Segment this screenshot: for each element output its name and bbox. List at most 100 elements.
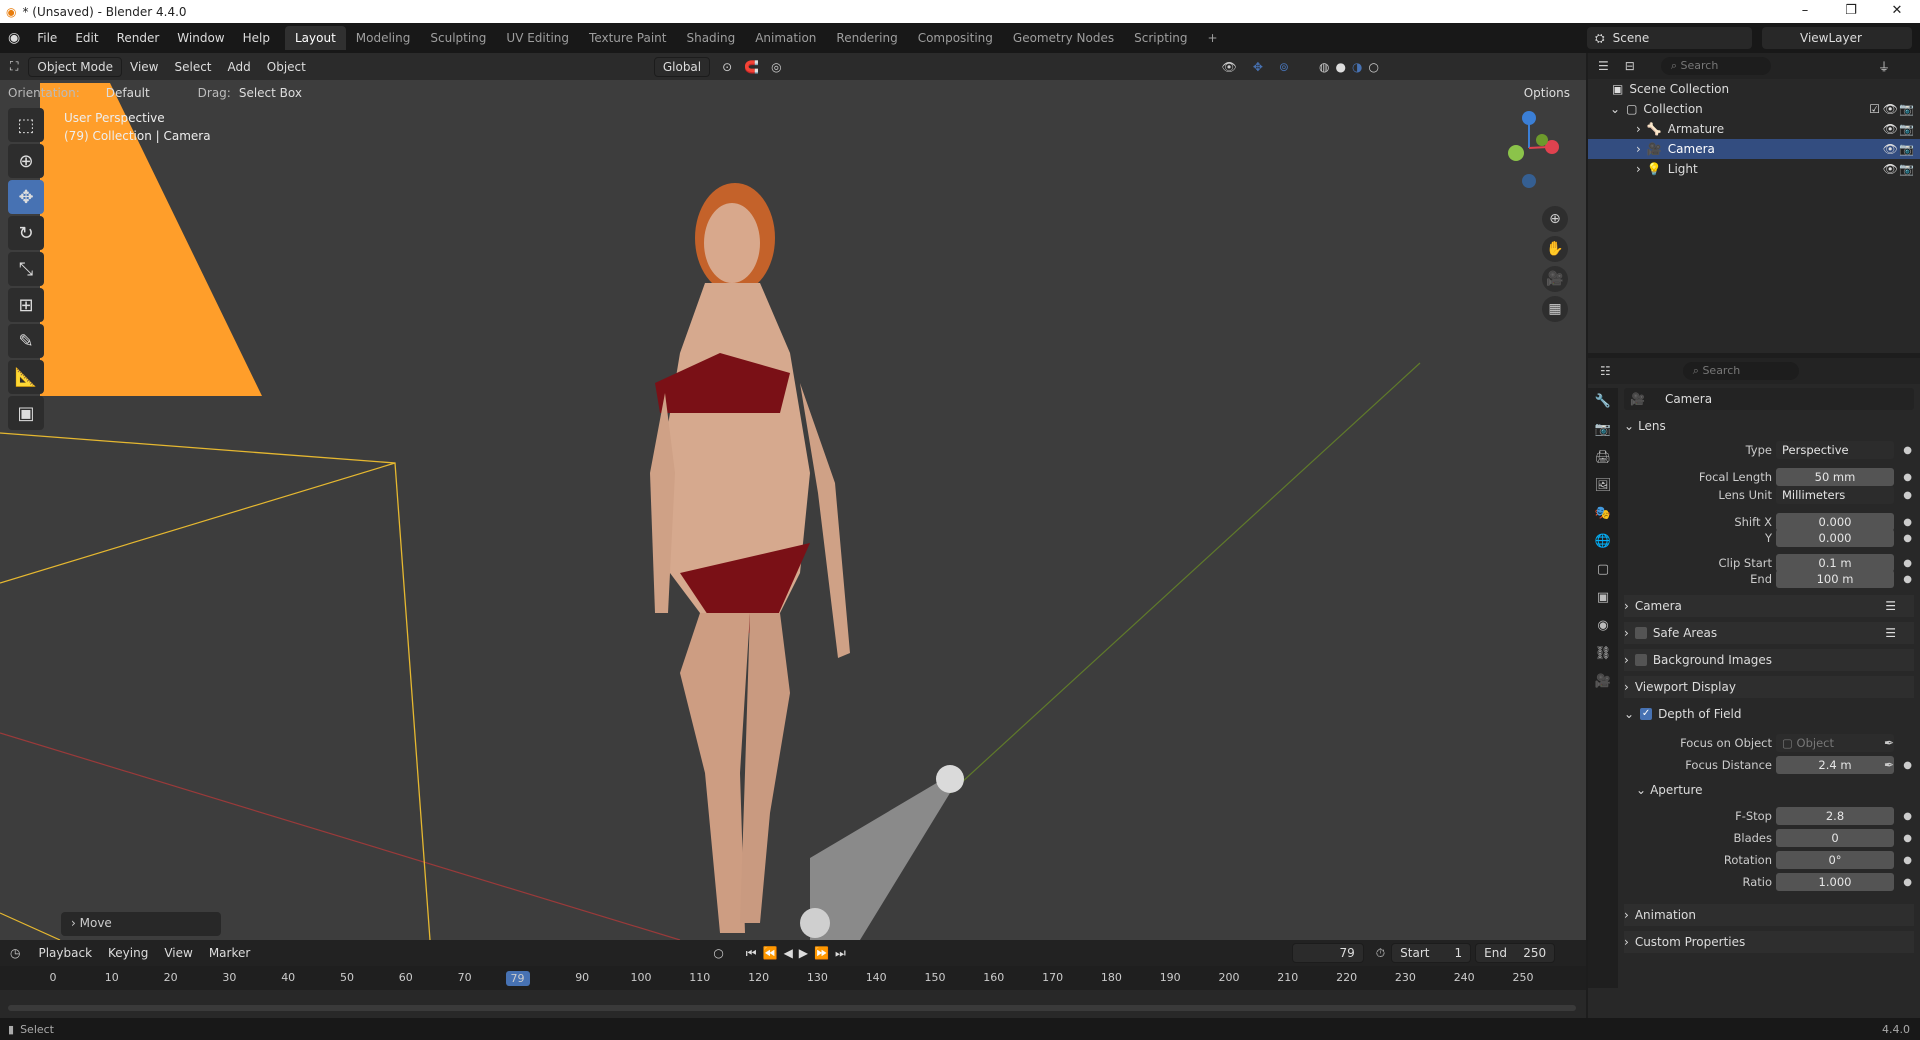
timeline-scrollbar[interactable] [8, 1005, 1576, 1011]
world-tab-icon[interactable]: 🌐 [1588, 528, 1618, 556]
blades-field[interactable]: 0 [1776, 829, 1894, 847]
fstop-field[interactable]: 2.8 [1776, 807, 1894, 825]
depth-of-field-checkbox[interactable]: ✓ [1640, 708, 1653, 720]
panel-custom-properties[interactable]: › Custom Properties [1624, 931, 1914, 953]
timeline-editor-icon[interactable]: ◷ [0, 946, 30, 960]
tab-animation[interactable]: Animation [745, 26, 826, 50]
select-menu[interactable]: Select [166, 58, 219, 76]
rotation-field[interactable]: 0° [1776, 851, 1894, 869]
scene-tab-icon[interactable]: 🎭 [1588, 500, 1618, 528]
collection-row[interactable]: ⌄ ▢ Collection ☑ 👁 📷 [1588, 99, 1920, 119]
object-tab-icon[interactable]: ▣ [1588, 584, 1618, 612]
snap-icon[interactable]: 🧲 [744, 60, 759, 74]
tab-modeling[interactable]: Modeling [346, 26, 421, 50]
focus-object-field[interactable]: ▢ Object [1776, 734, 1894, 752]
outliner-item-light[interactable]: › 💡 Light 👁 📷 [1588, 159, 1920, 179]
tab-layout[interactable]: Layout [284, 26, 346, 50]
panel-background-images[interactable]: › Background Images [1624, 649, 1914, 671]
render-tab-icon[interactable]: 📷 [1588, 416, 1618, 444]
outliner-item-camera[interactable]: › 🎥 Camera 👁 📷 [1588, 139, 1920, 159]
tab-shading[interactable]: Shading [676, 26, 745, 50]
menu-help[interactable]: Help [234, 31, 279, 45]
presets-list-icon[interactable]: ☰ [1885, 599, 1896, 613]
transform-icon[interactable]: ⊞ [8, 288, 44, 322]
scale-icon[interactable]: ⤡ [8, 252, 44, 286]
constraints-tab-icon[interactable]: ⛓ [1588, 640, 1618, 668]
eyedropper-icon[interactable]: ✒ [1884, 736, 1894, 750]
last-operator-panel[interactable]: › Move [61, 912, 221, 936]
background-images-checkbox[interactable] [1634, 654, 1647, 666]
measure-icon[interactable]: 📐 [8, 360, 44, 394]
camera-data-tab-icon[interactable]: 🎥 [1588, 668, 1618, 696]
keyframe-dot-icon[interactable]: ● [1903, 472, 1912, 483]
rendered-shading-icon[interactable]: ○ [1368, 60, 1378, 74]
view-layer-selector[interactable]: ViewLayer [1762, 27, 1912, 49]
eyedropper-icon[interactable]: ✒ [1884, 758, 1894, 772]
keyframe-dot-icon[interactable]: ● [1903, 490, 1912, 501]
3d-viewport[interactable]: ⛶ Object Mode View Select Add Object Glo… [0, 53, 1586, 940]
outliner-search[interactable]: ⌕ Search [1660, 57, 1771, 75]
keyframe-dot-icon[interactable]: ● [1903, 855, 1912, 866]
shift-y-field[interactable]: 0.000 [1776, 529, 1894, 547]
eye-icon[interactable]: 👁 [1883, 102, 1898, 116]
jump-start-icon[interactable]: ⏮ [746, 946, 757, 961]
scene-selector[interactable]: ⛭ Scene [1587, 27, 1752, 49]
start-frame-field[interactable]: Start 1 [1391, 943, 1472, 963]
cursor-icon[interactable]: ⊕ [8, 144, 44, 178]
preview-range-icon[interactable]: ⏱ [1376, 946, 1385, 961]
output-tab-icon[interactable]: 🖨 [1588, 444, 1618, 472]
clip-end-field[interactable]: 100 m [1776, 570, 1894, 588]
playback-menu[interactable]: Playback [30, 944, 100, 962]
add-cube-icon[interactable]: ▣ [8, 396, 44, 430]
panel-lens[interactable]: ⌄ Lens [1624, 415, 1914, 437]
gizmo-toggle-icon[interactable]: ✥ [1253, 60, 1263, 74]
filter-icon[interactable]: ⏚ [1878, 58, 1890, 75]
keyframe-dot-icon[interactable]: ● [1903, 877, 1912, 888]
tab-uv-editing[interactable]: UV Editing [496, 26, 579, 50]
select-box-icon[interactable]: ⬚ [8, 108, 44, 142]
tab-rendering[interactable]: Rendering [826, 26, 907, 50]
add-menu[interactable]: Add [220, 58, 259, 76]
mode-selector[interactable]: Object Mode [28, 56, 122, 77]
menu-file[interactable]: File [28, 31, 66, 45]
play-reverse-icon[interactable]: ◀ [784, 946, 793, 960]
minimize-icon[interactable]: – [1782, 0, 1828, 23]
keyframe-dot-icon[interactable]: ● [1903, 517, 1912, 528]
chevron-right-icon[interactable]: › [1636, 142, 1641, 156]
close-icon[interactable]: ✕ [1874, 0, 1920, 23]
jump-key-back-icon[interactable]: ⏪ [763, 946, 778, 960]
axis-gizmo[interactable] [1496, 108, 1586, 198]
editor-type-icon[interactable]: ⛶ [0, 59, 28, 74]
overlay-toggle-icon[interactable]: ⊚ [1279, 60, 1289, 74]
render-camera-icon[interactable]: 📷 [1899, 162, 1914, 176]
object-menu[interactable]: Object [259, 58, 314, 76]
move-icon[interactable]: ✥ [8, 180, 44, 214]
keyframe-dot-icon[interactable]: ● [1903, 533, 1912, 544]
panel-safe-areas[interactable]: › Safe Areas ☰ [1624, 622, 1914, 644]
zoom-icon[interactable]: ⊕ [1542, 206, 1568, 232]
render-camera-icon[interactable]: 📷 [1899, 122, 1914, 136]
chevron-right-icon[interactable]: › [1636, 122, 1641, 136]
render-camera-icon[interactable]: 📷 [1899, 102, 1914, 116]
lens-unit-dropdown[interactable]: Millimeters [1776, 486, 1894, 504]
datablock-selector[interactable]: 🎥 Camera [1624, 388, 1914, 410]
rotate-icon[interactable]: ↻ [8, 216, 44, 250]
timeline-view-menu[interactable]: View [156, 944, 200, 962]
record-icon[interactable]: ○ [713, 946, 723, 960]
keyframe-dot-icon[interactable]: ● [1903, 811, 1912, 822]
eye-icon[interactable]: 👁 [1883, 162, 1898, 176]
chevron-right-icon[interactable]: › [1636, 162, 1641, 176]
outliner-item-armature[interactable]: › 🦴 Armature 👁 📷 [1588, 119, 1920, 139]
visibility-icon[interactable]: 👁 [1222, 60, 1237, 74]
view-menu[interactable]: View [122, 58, 166, 76]
play-icon[interactable]: ▶ [799, 946, 808, 960]
presets-list-icon[interactable]: ☰ [1885, 626, 1896, 640]
material-shading-icon[interactable]: ◑ [1352, 60, 1362, 74]
pan-hand-icon[interactable]: ✋ [1542, 236, 1568, 262]
annotate-icon[interactable]: ✎ [8, 324, 44, 358]
add-workspace-icon[interactable]: + [1198, 26, 1228, 50]
outliner-editor-icon[interactable]: ☰ [1588, 59, 1619, 73]
lens-type-dropdown[interactable]: Perspective [1776, 441, 1894, 459]
proportional-edit-icon[interactable]: ◎ [771, 60, 781, 74]
tab-compositing[interactable]: Compositing [908, 26, 1003, 50]
